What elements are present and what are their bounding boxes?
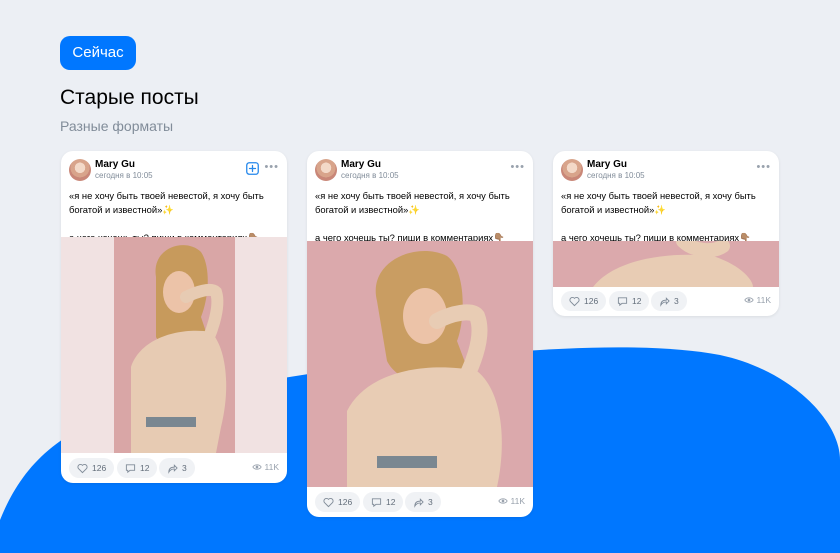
post-text-line: «я не хочу быть твоей невестой, я хочу б…	[69, 190, 264, 215]
page-subtitle: Разные форматы	[60, 118, 174, 134]
post-actions: 126 12 3 11K	[307, 492, 533, 516]
page-title: Старые посты	[60, 86, 199, 109]
like-count: 126	[338, 497, 353, 507]
views-count: 11K	[756, 295, 772, 305]
comment-icon	[617, 296, 628, 306]
post-photo[interactable]	[307, 241, 533, 487]
photo-image	[553, 241, 779, 287]
post-text-line: «я не хочу быть твоей невестой, я хочу б…	[561, 190, 756, 215]
now-button[interactable]: Сейчас	[60, 36, 136, 70]
post-time: сегодня в 10:05	[587, 171, 645, 180]
share-button[interactable]: 3	[405, 492, 441, 512]
comment-icon	[125, 463, 136, 473]
post-photo[interactable]	[61, 237, 287, 453]
views-counter: 11K	[743, 295, 772, 305]
heart-icon	[569, 296, 580, 306]
share-count: 3	[182, 463, 187, 473]
post-card-2: Mary Gu сегодня в 10:05 ••• «я не хочу б…	[307, 151, 533, 517]
photo-image	[61, 237, 287, 453]
share-icon	[660, 296, 670, 307]
like-count: 126	[92, 463, 107, 473]
post-header: Mary Gu сегодня в 10:05 •••	[307, 151, 533, 189]
share-button[interactable]: 3	[159, 458, 195, 478]
heart-icon	[323, 497, 334, 507]
eye-icon	[497, 498, 508, 504]
post-time: сегодня в 10:05	[95, 171, 153, 180]
heart-icon	[77, 463, 88, 473]
add-icon[interactable]	[246, 162, 259, 175]
more-icon[interactable]: •••	[756, 161, 771, 173]
share-icon	[414, 497, 424, 508]
post-text: «я не хочу быть твоей невестой, я хочу б…	[553, 189, 779, 245]
like-count: 126	[584, 296, 599, 306]
comment-icon	[371, 497, 382, 507]
views-count: 11K	[264, 462, 280, 472]
like-button[interactable]: 126	[69, 458, 115, 478]
share-count: 3	[674, 296, 679, 306]
comment-count: 12	[632, 296, 642, 306]
post-card-3: Mary Gu сегодня в 10:05 ••• «я не хочу б…	[553, 151, 779, 316]
post-text-line: «я не хочу быть твоей невестой, я хочу б…	[315, 190, 510, 215]
photo-image	[307, 241, 533, 487]
comment-count: 12	[140, 463, 150, 473]
comment-button[interactable]: 12	[117, 458, 158, 478]
share-count: 3	[428, 497, 433, 507]
avatar[interactable]	[69, 159, 91, 181]
post-actions: 126 12 3 11K	[553, 291, 779, 315]
share-icon	[168, 463, 178, 474]
post-text: «я не хочу быть твоей невестой, я хочу б…	[307, 189, 533, 245]
post-photo[interactable]	[553, 241, 779, 287]
author-name[interactable]: Mary Gu	[341, 159, 381, 170]
author-name[interactable]: Mary Gu	[95, 159, 135, 170]
post-actions: 126 12 3 11K	[61, 458, 287, 482]
author-name[interactable]: Mary Gu	[587, 159, 627, 170]
post-header: Mary Gu сегодня в 10:05 •••	[553, 151, 779, 189]
views-counter: 11K	[497, 496, 526, 506]
eye-icon	[251, 464, 262, 470]
views-counter: 11K	[251, 462, 280, 472]
post-card-1: Mary Gu сегодня в 10:05 ••• «я не хочу б…	[61, 151, 287, 483]
avatar[interactable]	[561, 159, 583, 181]
more-icon[interactable]: •••	[510, 161, 525, 173]
post-header: Mary Gu сегодня в 10:05 •••	[61, 151, 287, 189]
eye-icon	[743, 297, 754, 303]
post-time: сегодня в 10:05	[341, 171, 399, 180]
comment-button[interactable]: 12	[363, 492, 404, 512]
views-count: 11K	[510, 496, 526, 506]
avatar[interactable]	[315, 159, 337, 181]
like-button[interactable]: 126	[315, 492, 361, 512]
share-button[interactable]: 3	[651, 291, 687, 311]
like-button[interactable]: 126	[561, 291, 607, 311]
comment-button[interactable]: 12	[609, 291, 650, 311]
more-icon[interactable]: •••	[264, 161, 279, 173]
comment-count: 12	[386, 497, 396, 507]
